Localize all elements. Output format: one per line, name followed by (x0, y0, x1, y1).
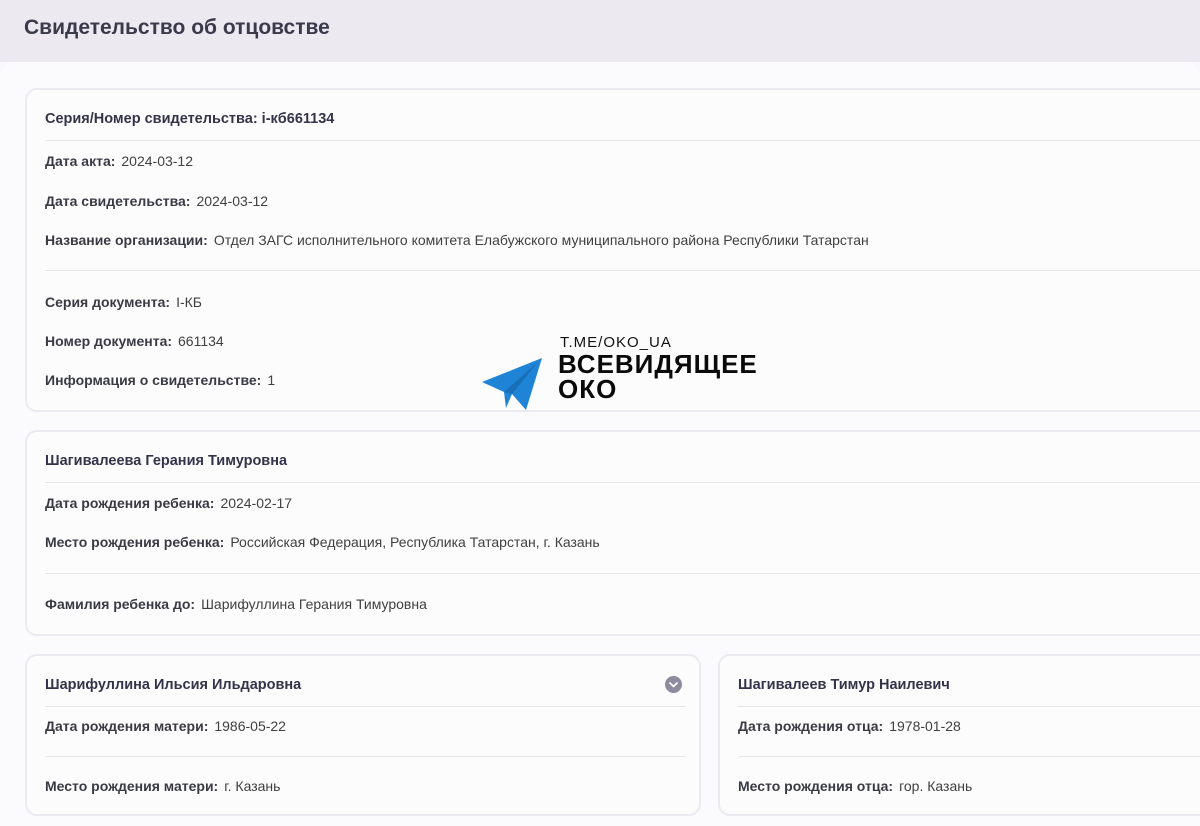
father-birth-place-row: Место рождения отца: гор. Казань (738, 778, 972, 794)
certificate-date-value: 2024-03-12 (196, 193, 269, 209)
father-card: Шагивалеев Тимур Наилевич Дата рождения … (718, 654, 1200, 816)
watermark-name-line-2: ОКО (558, 374, 618, 404)
watermark-name: ВСЕВИДЯЩЕЕ ОКО (558, 351, 758, 404)
father-birth-date-value: 1978-01-28 (889, 718, 961, 734)
document-series-row: Серия документа: I-КБ (45, 294, 202, 310)
act-date-row: Дата акта: 2024-03-12 (45, 153, 193, 169)
mother-name: Шарифуллина Ильсия Ильдаровна (45, 677, 302, 693)
child-name: Шагивалеева Герания Тимуровна (45, 453, 288, 469)
divider (45, 482, 1200, 483)
father-birth-date-label: Дата рождения отца: (738, 718, 884, 734)
certificate-info-row: Информация о свидетельстве: 1 (45, 372, 275, 388)
organization-row: Название организации: Отдел ЗАГС исполнит… (45, 232, 869, 248)
document-series-label: Серия документа: (45, 294, 171, 310)
certificate-info-value: 1 (267, 372, 276, 388)
child-birth-place-row: Место рождения ребенка: Российская Федера… (45, 534, 600, 550)
content-panel: Серия/Номер свидетельства: i-кб661134 Да… (0, 62, 1200, 826)
document-number-row: Номер документа: 661134 (45, 333, 224, 349)
mother-birth-place-row: Место рождения матери: г. Казань (45, 778, 280, 794)
child-birth-place-label: Место рождения ребенка: (45, 534, 225, 550)
chevron-down-icon[interactable] (665, 676, 682, 693)
divider (45, 573, 1200, 574)
mother-birth-place-label: Место рождения матери: (45, 778, 219, 794)
divider (45, 706, 685, 707)
child-birth-date-row: Дата рождения ребенка: 2024-02-17 (45, 495, 292, 511)
mother-birth-date-value: 1986-05-22 (214, 718, 286, 734)
telegram-plane-icon (482, 358, 542, 410)
child-previous-surname-row: Фамилия ребенка до: Шарифуллина Герания Т… (45, 596, 427, 612)
certificate-date-label: Дата свидетельства: (45, 193, 191, 209)
child-birth-date-label: Дата рождения ребенка: (45, 495, 215, 511)
mother-birth-place-value: г. Казань (224, 778, 281, 794)
child-previous-surname-label: Фамилия ребенка до: (45, 596, 196, 612)
act-date-label: Дата акта: (45, 153, 116, 169)
father-birth-date-row: Дата рождения отца: 1978-01-28 (738, 718, 961, 734)
mother-card: Шарифуллина Ильсия Ильдаровна Дата рожде… (25, 654, 701, 816)
document-number-value: 661134 (178, 333, 224, 349)
organization-value: Отдел ЗАГС исполнительного комитета Елаб… (213, 232, 869, 248)
page-header: Свидетельство об отцовстве (0, 0, 1200, 62)
divider (45, 756, 685, 757)
certificate-info-label: Информация о свидетельстве: (45, 372, 262, 388)
organization-label: Название организации: (45, 232, 208, 248)
mother-birth-date-label: Дата рождения матери: (45, 718, 209, 734)
child-card: Шагивалеева Герания Тимуровна Дата рожде… (25, 430, 1200, 636)
document-number-label: Номер документа: (45, 333, 173, 349)
certificate-date-row: Дата свидетельства: 2024-03-12 (45, 193, 268, 209)
divider (45, 270, 1200, 271)
document-series-value: I-КБ (176, 294, 202, 310)
father-name: Шагивалеев Тимур Наилевич (738, 677, 950, 693)
divider (738, 756, 1200, 757)
child-previous-surname-value: Шарифуллина Герания Тимуровна (201, 596, 427, 612)
watermark: T.ME/OKO_UA ВСЕВИДЯЩЕЕ ОКО (480, 332, 780, 412)
divider (45, 140, 1200, 141)
mother-birth-date-row: Дата рождения матери: 1986-05-22 (45, 718, 286, 734)
child-birth-date-value: 2024-02-17 (220, 495, 293, 511)
child-birth-place-value: Российская Федерация, Республика Татарст… (230, 534, 600, 550)
act-date-value: 2024-03-12 (121, 153, 194, 169)
divider (738, 706, 1200, 707)
certificate-number-title: Серия/Номер свидетельства: i-кб661134 (45, 111, 335, 127)
page-title: Свидетельство об отцовстве (24, 16, 330, 39)
father-birth-place-label: Место рождения отца: (738, 778, 894, 794)
father-birth-place-value: гор. Казань (899, 778, 973, 794)
